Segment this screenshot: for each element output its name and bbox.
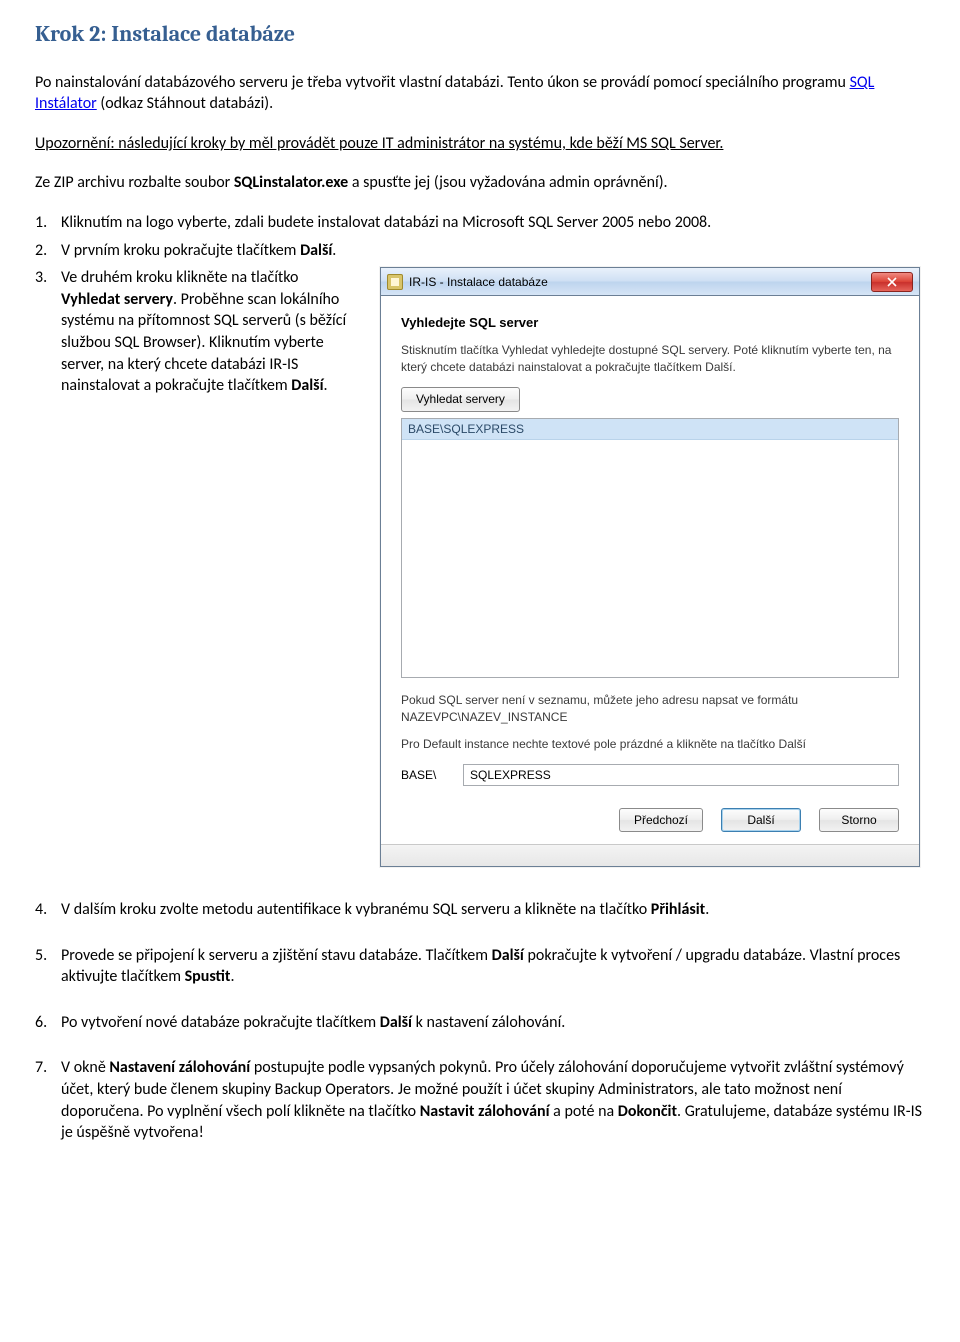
step-7-e: a poté na — [553, 1102, 618, 1121]
server-listbox[interactable]: BASE\SQLEXPRESS — [401, 418, 899, 678]
step-7: V okně Nastavení zálohování postupujte p… — [61, 1057, 925, 1143]
dialog-title: IR-IS - Instalace databáze — [409, 274, 871, 290]
step-5: Provede se připojení k serveru a zjištěn… — [61, 945, 925, 988]
intro-post: (odkaz Stáhnout databázi). — [100, 94, 273, 113]
step-6-a: Po vytvoření nové databáze pokračujte tl… — [61, 1013, 380, 1032]
intro-pre: Po nainstalování databázového serveru je… — [35, 73, 850, 92]
dialog-body: Vyhledejte SQL server Stisknutím tlačítk… — [381, 296, 919, 844]
step-7-a: V okně — [61, 1058, 109, 1077]
close-icon — [887, 277, 897, 287]
list-number — [35, 1012, 61, 1034]
step-2-post: . — [332, 241, 336, 260]
step-4-post: . — [705, 900, 709, 919]
step-3-d: Další — [291, 376, 323, 395]
step-5-a: Provede se připojení k serveru a zjištěn… — [61, 946, 492, 965]
next-button[interactable]: Další — [721, 808, 801, 832]
dialog-titlebar[interactable]: IR-IS - Instalace databáze — [381, 268, 919, 296]
step-5-d: Spustit — [185, 967, 231, 986]
step-7-b: Nastavení zálohování — [109, 1058, 250, 1077]
previous-button[interactable]: Předchozí — [619, 808, 703, 832]
list-number — [35, 212, 61, 234]
step-4-pre: V dalším kroku zvolte metodu autentifika… — [61, 900, 651, 919]
step-3-b: Vyhledat servery — [61, 290, 173, 309]
dialog-button-row: Předchozí Další Storno — [401, 802, 899, 832]
step-3-a: Ve druhém kroku klikněte na tlačítko — [61, 268, 298, 287]
installer-dialog: IR-IS - Instalace databáze Vyhledejte SQ… — [380, 267, 920, 867]
step-2-pre: V prvním kroku pokračujte tlačítkem — [61, 241, 300, 260]
dialog-heading: Vyhledejte SQL server — [401, 314, 899, 332]
step-5-b: Další — [492, 946, 524, 965]
step-6-c: k nastavení zálohování. — [416, 1013, 566, 1032]
step-4: V dalším kroku zvolte metodu autentifika… — [61, 899, 925, 921]
list-number — [35, 267, 61, 397]
dialog-default-note: Pro Default instance nechte textové pole… — [401, 736, 899, 753]
zip-post: a spusťte jej (jsou vyžadována admin opr… — [352, 173, 668, 192]
search-servers-button[interactable]: Vyhledat servery — [401, 387, 520, 411]
intro-paragraph: Po nainstalování databázového serveru je… — [35, 72, 925, 115]
list-number — [35, 240, 61, 262]
step-6-b: Další — [380, 1013, 412, 1032]
step-heading: Krok 2: Instalace databáze — [35, 20, 925, 50]
step-2: V prvním kroku pokračujte tlačítkem Dalš… — [61, 240, 925, 262]
list-number — [35, 899, 61, 921]
step-3-e: . — [324, 376, 328, 395]
list-number — [35, 945, 61, 988]
zip-pre: Ze ZIP archivu rozbalte soubor — [35, 173, 234, 192]
dialog-manual-note: Pokud SQL server není v seznamu, můžete … — [401, 692, 899, 727]
step-7-f: Dokončit — [618, 1102, 677, 1121]
cancel-button[interactable]: Storno — [819, 808, 899, 832]
app-icon — [387, 274, 403, 290]
zip-filename: SQLinstalator.exe — [234, 173, 348, 192]
dialog-description: Stisknutím tlačítka Vyhledat vyhledejte … — [401, 342, 899, 376]
step-3: Ve druhém kroku klikněte na tlačítko Vyh… — [61, 267, 350, 397]
steps-list-lower: V dalším kroku zvolte metodu autentifika… — [35, 899, 925, 1144]
instance-input[interactable] — [463, 764, 899, 786]
close-button[interactable] — [871, 272, 913, 292]
zip-paragraph: Ze ZIP archivu rozbalte soubor SQLinstal… — [35, 172, 925, 194]
step-6: Po vytvoření nové databáze pokračujte tl… — [61, 1012, 925, 1034]
step-5-e: . — [230, 967, 234, 986]
server-list-item[interactable]: BASE\SQLEXPRESS — [402, 419, 898, 440]
step-7-d: Nastavit zálohování — [420, 1102, 550, 1121]
list-number — [35, 1057, 61, 1143]
instance-prefix-label: BASE\ — [401, 767, 453, 783]
step-4-btn: Přihlásit — [651, 900, 705, 919]
warning-paragraph: Upozornění: následující kroky by měl pro… — [35, 133, 925, 155]
instance-row: BASE\ — [401, 764, 899, 786]
steps-list-upper: Kliknutím na logo vyberte, zdali budete … — [35, 212, 925, 867]
step-2-btn: Další — [300, 241, 332, 260]
dialog-statusbar — [381, 844, 919, 866]
step-1: Kliknutím na logo vyberte, zdali budete … — [61, 212, 925, 234]
